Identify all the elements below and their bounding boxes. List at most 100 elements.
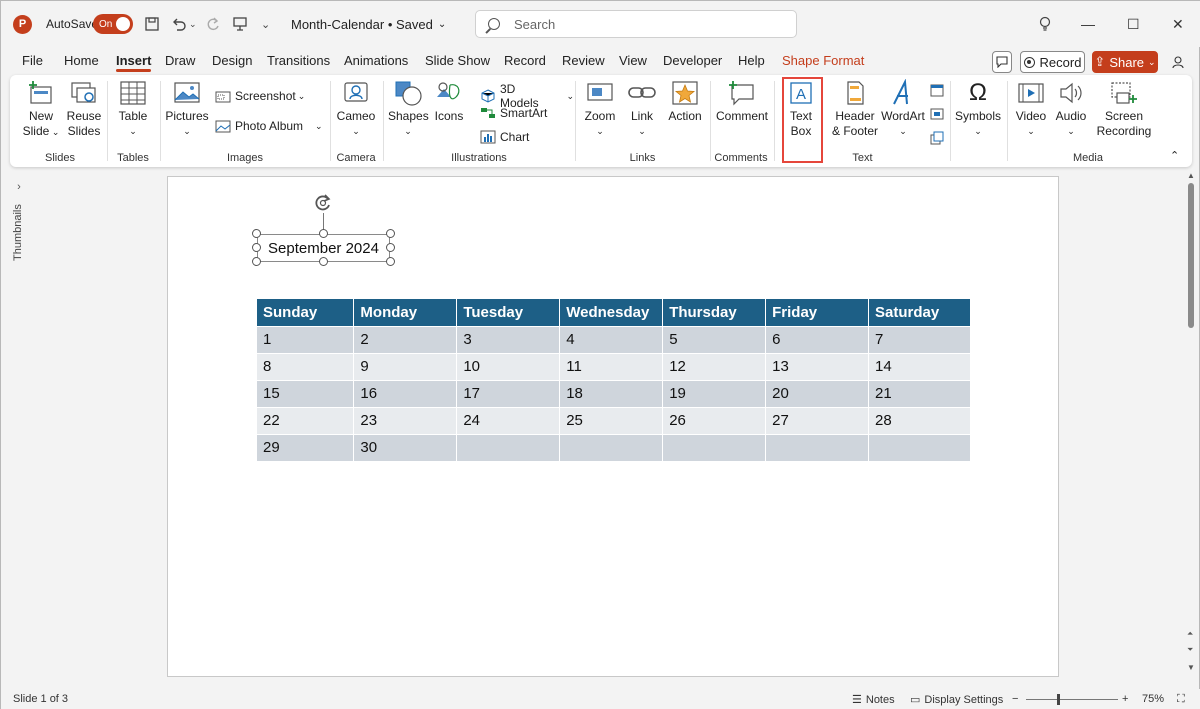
slide-canvas[interactable]: September 2024 Sunday Monday Tuesday Wed…: [167, 176, 1059, 677]
new-slide-button[interactable]: New Slide ⌄: [22, 79, 60, 140]
smartart-button[interactable]: SmartArt: [480, 106, 547, 120]
tab-record[interactable]: Record: [504, 53, 546, 68]
date-cell[interactable]: 13: [765, 352, 869, 380]
audio-button[interactable]: Audio ⌄: [1052, 79, 1090, 139]
resize-handle[interactable]: [386, 257, 395, 266]
date-cell[interactable]: 14: [868, 352, 971, 380]
cameo-button[interactable]: Cameo ⌄: [335, 79, 377, 139]
share-button[interactable]: ⇪ Share ⌄: [1092, 51, 1158, 73]
date-cell[interactable]: 12: [662, 352, 767, 380]
day-header[interactable]: Wednesday: [559, 299, 664, 326]
minimize-icon[interactable]: —: [1081, 1, 1095, 47]
comment-button[interactable]: Comment: [715, 79, 769, 124]
date-cell[interactable]: 22: [257, 406, 355, 434]
screenshot-button[interactable]: Screenshot ⌄: [215, 89, 305, 103]
close-icon[interactable]: ✕: [1172, 1, 1184, 47]
zoom-level[interactable]: 75%: [1142, 693, 1164, 705]
present-icon[interactable]: [232, 1, 248, 47]
resize-handle[interactable]: [252, 257, 261, 266]
day-header[interactable]: Tuesday: [456, 299, 561, 326]
date-cell[interactable]: 29: [257, 433, 355, 461]
reuse-slides-button[interactable]: Reuse Slides: [64, 79, 104, 139]
tab-shape-format[interactable]: Shape Format: [782, 53, 864, 68]
tab-transitions[interactable]: Transitions: [267, 53, 330, 68]
search-input[interactable]: Search: [475, 10, 797, 38]
tab-insert[interactable]: Insert: [116, 53, 152, 72]
date-cell[interactable]: [559, 433, 664, 461]
document-title[interactable]: Month-Calendar • Saved ⌄: [291, 1, 446, 47]
expand-thumbnails-icon[interactable]: ›: [9, 181, 29, 193]
scroll-up-icon[interactable]: ▲: [1187, 171, 1195, 180]
autosave-toggle[interactable]: On: [93, 1, 133, 47]
date-cell[interactable]: 18: [559, 379, 664, 407]
prev-slide-icon[interactable]: ⏶: [1187, 629, 1193, 639]
tab-view[interactable]: View: [619, 53, 647, 68]
date-cell[interactable]: 10: [456, 352, 561, 380]
collapse-ribbon-icon[interactable]: ⌃: [1170, 149, 1179, 162]
date-cell[interactable]: 24: [456, 406, 561, 434]
resize-handle[interactable]: [252, 243, 261, 252]
copilot-icon[interactable]: [1169, 51, 1189, 73]
scroll-down-icon[interactable]: ▼: [1187, 663, 1195, 672]
tab-slide-show[interactable]: Slide Show: [425, 53, 490, 68]
chart-button[interactable]: Chart: [480, 130, 529, 144]
thumbnails-pane[interactable]: › Thumbnails: [9, 181, 29, 281]
pictures-button[interactable]: Pictures ⌄: [165, 79, 209, 139]
shapes-button[interactable]: Shapes ⌄: [388, 79, 429, 139]
resize-handle[interactable]: [252, 229, 261, 238]
tab-review[interactable]: Review: [562, 53, 605, 68]
fit-to-window-icon[interactable]: ⛶: [1177, 693, 1185, 706]
resize-handle[interactable]: [319, 229, 328, 238]
save-icon[interactable]: [144, 1, 160, 47]
date-cell[interactable]: 23: [353, 406, 458, 434]
tab-design[interactable]: Design: [212, 53, 252, 68]
zoom-slider-thumb[interactable]: [1057, 694, 1060, 705]
screen-recording-button[interactable]: Screen Recording: [1094, 79, 1154, 139]
redo-icon[interactable]: [205, 1, 221, 47]
customize-toolbar-icon[interactable]: ⌄: [261, 1, 270, 47]
date-cell[interactable]: 28: [868, 406, 971, 434]
header-footer-button[interactable]: Header & Footer: [831, 79, 879, 139]
date-cell[interactable]: 25: [559, 406, 664, 434]
action-button[interactable]: Action: [664, 79, 706, 124]
date-cell[interactable]: 27: [765, 406, 869, 434]
date-cell[interactable]: 4: [559, 325, 664, 353]
photo-album-button[interactable]: Photo Album ⌄: [215, 119, 323, 133]
date-cell[interactable]: 11: [559, 352, 664, 380]
date-cell[interactable]: 5: [662, 325, 767, 353]
undo-icon[interactable]: [171, 1, 187, 47]
tab-developer[interactable]: Developer: [663, 53, 722, 68]
date-cell[interactable]: 1: [257, 325, 355, 353]
day-header[interactable]: Thursday: [662, 299, 767, 326]
date-cell[interactable]: 17: [456, 379, 561, 407]
symbols-button[interactable]: Ω Symbols ⌄: [955, 79, 1001, 139]
date-cell[interactable]: 9: [353, 352, 458, 380]
resize-handle[interactable]: [319, 257, 328, 266]
date-cell[interactable]: 7: [868, 325, 971, 353]
notes-button[interactable]: ☰ Notes: [852, 693, 895, 707]
next-slide-icon[interactable]: ⏷: [1187, 645, 1193, 655]
slide-number-icon[interactable]: [930, 107, 944, 121]
tab-help[interactable]: Help: [738, 53, 765, 68]
day-header[interactable]: Sunday: [257, 299, 355, 326]
zoom-in-icon[interactable]: +: [1122, 693, 1128, 705]
day-header[interactable]: Monday: [353, 299, 458, 326]
comments-icon[interactable]: [992, 51, 1012, 73]
tab-home[interactable]: Home: [64, 53, 99, 68]
record-button[interactable]: Record: [1020, 51, 1085, 73]
lightbulb-icon[interactable]: [1038, 1, 1052, 47]
maximize-icon[interactable]: ☐: [1127, 1, 1140, 47]
date-cell[interactable]: 15: [257, 379, 355, 407]
link-button[interactable]: Link ⌄: [624, 79, 660, 139]
tab-animations[interactable]: Animations: [344, 53, 408, 68]
date-cell[interactable]: [662, 433, 767, 461]
date-cell[interactable]: [868, 433, 971, 461]
date-time-icon[interactable]: [930, 83, 944, 97]
day-header[interactable]: Friday: [765, 299, 869, 326]
tab-draw[interactable]: Draw: [165, 53, 195, 68]
resize-handle[interactable]: [386, 243, 395, 252]
date-cell[interactable]: 20: [765, 379, 869, 407]
zoom-slider-track[interactable]: [1026, 699, 1118, 700]
date-cell[interactable]: [765, 433, 869, 461]
zoom-out-icon[interactable]: −: [1012, 693, 1018, 705]
